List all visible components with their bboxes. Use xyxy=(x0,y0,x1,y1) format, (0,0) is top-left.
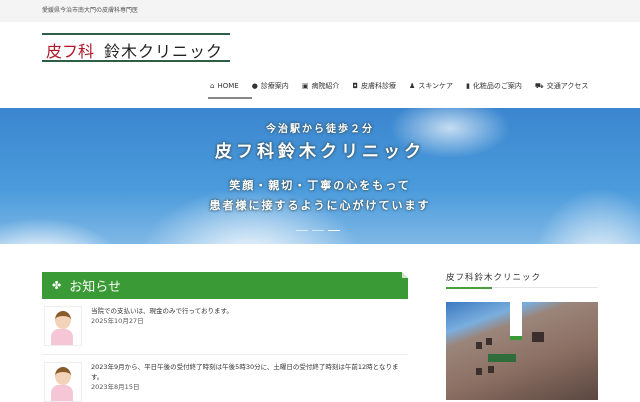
notices-title: お知らせ xyxy=(69,280,121,295)
slide-dot[interactable] xyxy=(312,230,324,231)
sidebar-title: 皮フ科鈴木クリニック xyxy=(446,273,542,283)
nurse-avatar xyxy=(44,362,82,402)
notices-heading: ✤ お知らせ xyxy=(42,272,408,299)
main-nav: ⌂ HOME ● 診療案内 ▣ 病院紹介 ◘ 皮膚科診療 ♟ スキンケア ▮ 化粧品のご案内… xyxy=(210,80,588,92)
info-icon: ● xyxy=(251,82,258,90)
nav-label: 交通アクセス xyxy=(546,82,589,90)
notice-date: 2025年10月27日 xyxy=(91,317,144,325)
nav-cosmetics[interactable]: ▮ 化粧品のご案内 xyxy=(466,80,522,92)
top-bar: 愛媛県今治市南大門の皮膚科専門医 xyxy=(0,0,640,22)
slide-dot[interactable] xyxy=(296,230,308,231)
notice-date: 2023年8月15日 xyxy=(91,383,140,391)
active-nav-underline xyxy=(208,97,252,99)
slider-indicators xyxy=(296,230,340,231)
tagline: 愛媛県今治市南大門の皮膚科専門医 xyxy=(42,7,139,14)
nav-label: HOME xyxy=(217,82,239,90)
home-icon: ⌂ xyxy=(210,82,215,90)
nav-label: 化粧品のご案内 xyxy=(472,82,522,90)
slide-dot-active[interactable] xyxy=(328,230,340,231)
nav-skincare[interactable]: ♟ スキンケア xyxy=(409,80,453,92)
hero-line-2: 皮フ科鈴木クリニック xyxy=(215,142,425,162)
clover-icon: ✤ xyxy=(52,279,62,292)
clinic-building-photo xyxy=(446,302,598,400)
chat-icon: ◘ xyxy=(352,82,358,90)
logo-red: 皮フ科 xyxy=(46,42,95,61)
corner-fold xyxy=(402,272,408,278)
nav-home[interactable]: ⌂ HOME xyxy=(210,80,239,92)
hero-line-1: 今治駅から徒歩２分 xyxy=(266,124,374,135)
nav-dermatology[interactable]: ◘ 皮膚科診療 xyxy=(352,80,396,92)
divider xyxy=(42,354,408,355)
hero-line-4: 患者様に接するように心がけています xyxy=(209,199,431,212)
car-icon: ⛟ xyxy=(534,81,544,90)
hospital-icon: ▣ xyxy=(301,82,309,90)
hero-slider[interactable]: 今治駅から徒歩２分 皮フ科鈴木クリニック 笑顔・親切・丁寧の心をもって 患者様に… xyxy=(0,108,640,244)
nav-label: スキンケア xyxy=(418,82,454,90)
nurse-avatar xyxy=(44,306,82,346)
nav-services[interactable]: ● 診療案内 xyxy=(252,80,289,92)
logo-name: 鈴木クリニック xyxy=(104,42,224,61)
nav-label: 病院紹介 xyxy=(311,82,340,90)
notice-text[interactable]: 当院での支払いは、現金のみで行っております。 xyxy=(91,306,407,316)
nav-label: 皮膚科診療 xyxy=(360,82,396,90)
nav-access[interactable]: ⛟ 交通アクセス xyxy=(535,80,588,92)
notice-text[interactable]: 2023年9月から、平日午後の受付終了時刻は午後5時30分に、土曜日の受付終了時… xyxy=(91,362,407,382)
user-icon: ♟ xyxy=(408,82,416,90)
nav-label: 診療案内 xyxy=(260,82,289,90)
bottle-icon: ▮ xyxy=(466,82,470,90)
sidebar-title-underline xyxy=(446,286,598,289)
nav-about[interactable]: ▣ 病院紹介 xyxy=(302,80,340,92)
site-logo[interactable]: 皮フ科 鈴木クリニック xyxy=(42,33,230,62)
hero-line-3: 笑顔・親切・丁寧の心をもって xyxy=(229,179,411,192)
